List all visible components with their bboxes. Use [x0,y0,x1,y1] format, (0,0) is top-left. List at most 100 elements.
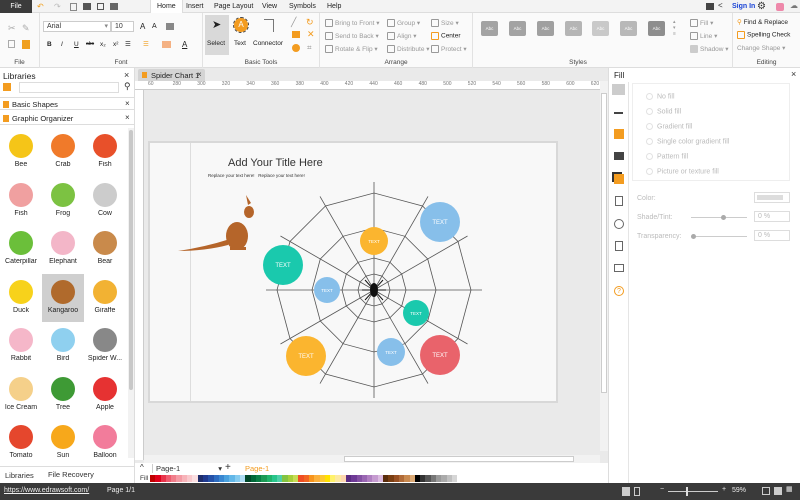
style-swatch[interactable]: Abc [537,21,554,36]
document-icon[interactable] [615,196,623,206]
styles-scroll[interactable]: ▴ ▾ ≡ [673,19,676,37]
italic-icon[interactable]: I [61,41,63,48]
zoom-slider[interactable] [668,487,718,496]
line-icon[interactable] [614,107,623,114]
shade-slider[interactable] [691,215,747,220]
style-swatch[interactable]: Abc [592,21,609,36]
bring-to-front-button[interactable]: Bring to Front ▾ [325,19,379,28]
search-icon[interactable]: ⚲ [124,81,131,92]
library-item[interactable]: Fish [84,128,126,176]
align-icon[interactable] [166,23,174,30]
library-section-basic-shapes[interactable]: Basic Shapes × [0,97,134,110]
text-tool[interactable]: A Text [231,15,253,55]
library-search-input[interactable] [19,82,119,93]
image-icon[interactable] [614,152,624,160]
grid-icon[interactable]: ▦ [786,485,793,493]
library-item[interactable]: Tomato [0,419,42,467]
document-tab[interactable]: Spider Chart 1 × [138,69,205,81]
view-mode-icon[interactable] [622,487,630,496]
sign-in-link[interactable]: Sign In [732,0,755,13]
bullets-icon[interactable]: ☰ [143,40,149,48]
tab-libraries[interactable]: Libraries [5,471,34,480]
shadow-color-icon[interactable] [614,129,624,139]
horizontal-scrollbar[interactable] [144,455,600,463]
spider-web-diagram[interactable]: TEXT TEXT TEXT TEXT TEXT TEXT TEXT TEXT [150,143,556,401]
option-no-fill[interactable]: No fill [655,93,675,100]
tab-file-recovery[interactable]: File Recovery [48,470,94,479]
palette-swatch[interactable] [451,475,458,482]
library-scrollbar[interactable] [128,128,134,458]
library-item[interactable]: Apple [84,371,126,419]
style-swatch[interactable]: Abc [648,21,665,36]
close-icon[interactable]: × [791,69,796,79]
library-section-graphic-organizer[interactable]: Graphic Organizer × [0,112,134,125]
strikethrough-icon[interactable]: abc [86,41,94,47]
send-to-back-button[interactable]: Send to Back ▾ [325,32,379,41]
zoom-level[interactable]: 59% [732,487,746,494]
cut-icon[interactable]: ✂ [8,23,16,34]
superscript-icon[interactable]: x² [113,41,118,48]
rectangle-tool-icon[interactable] [292,31,300,38]
library-item[interactable]: Rabbit [0,322,42,370]
line-button[interactable]: Line ▾ [690,32,717,41]
menu-insert[interactable]: Insert [186,0,204,13]
note-icon[interactable] [615,241,623,251]
distribute-button[interactable]: Distribute ▾ [387,45,430,54]
option-solid-fill[interactable]: Solid fill [655,108,681,115]
select-tool[interactable]: ➤ Select [205,15,229,55]
gear-icon[interactable]: ⚙ [757,0,766,13]
library-item[interactable]: Elephant [42,225,84,273]
globe-icon[interactable] [614,219,624,229]
find-replace-button[interactable]: ⚲ Find & Replace [737,18,788,26]
format-painter-icon[interactable]: ✎ [22,23,30,34]
style-swatch[interactable]: Abc [481,21,498,36]
fit-page-icon[interactable] [762,487,770,495]
library-item[interactable]: Crab [42,128,84,176]
library-item[interactable]: Duck [0,274,42,322]
highlight-icon[interactable] [162,41,171,48]
fill-icon[interactable] [612,84,625,95]
library-item[interactable]: Ice Cream [0,371,42,419]
library-item[interactable]: Giraffe [84,274,126,322]
shadow-button[interactable]: Shadow ▾ [690,45,729,54]
grow-font-icon[interactable]: A [140,22,145,31]
option-single-color-gradient[interactable]: Single color gradient fill [655,138,729,145]
menu-page-layout[interactable]: Page Layout [214,0,253,13]
library-item[interactable]: Frog [42,177,84,225]
center-button[interactable]: Center [431,32,461,40]
style-swatch[interactable]: Abc [509,21,526,36]
font-size-select[interactable]: 10 [111,21,134,32]
zoom-out-icon[interactable]: − [660,486,664,493]
open-icon[interactable] [83,3,91,10]
menu-view[interactable]: View [262,0,277,13]
shrink-font-icon[interactable]: A [152,23,157,30]
size-button[interactable]: Size ▾ [431,19,459,28]
close-icon[interactable]: × [125,99,130,108]
transparency-input[interactable]: 0 % [754,230,790,241]
library-item[interactable]: Sun [42,419,84,467]
menu-symbols[interactable]: Symbols [289,0,316,13]
cloud-icon[interactable]: ☁ [790,1,798,10]
font-color-icon[interactable]: A [182,40,187,49]
shade-input[interactable]: 0 % [754,211,790,222]
line-tool-icon[interactable]: ╱ [291,17,296,28]
undo-icon[interactable]: ↶ [37,2,44,11]
library-item[interactable]: Bear [84,225,126,273]
library-item[interactable]: Kangaroo [42,273,84,322]
arc-tool-icon[interactable]: ↻ [306,17,314,28]
connector-tool[interactable]: Connector [253,15,287,55]
share-icon[interactable]: < [718,1,723,10]
option-pattern-fill[interactable]: Pattern fill [655,153,688,160]
change-shape-button[interactable]: Change Shape ▾ [737,44,785,52]
crop-tool-icon[interactable]: ⌗ [307,43,312,53]
spelling-check-button[interactable]: Spelling Check [737,31,790,39]
library-item[interactable]: Tree [42,371,84,419]
zoom-in-icon[interactable]: + [722,486,726,493]
vertical-scrollbar[interactable] [600,81,608,451]
close-icon[interactable]: × [125,113,130,122]
cross-tool-icon[interactable]: ✕ [307,29,315,40]
ellipse-tool-icon[interactable] [292,44,300,52]
file-menu[interactable]: File [0,0,32,13]
close-icon[interactable]: × [124,70,129,80]
fill-button[interactable]: Fill ▾ [690,19,713,28]
